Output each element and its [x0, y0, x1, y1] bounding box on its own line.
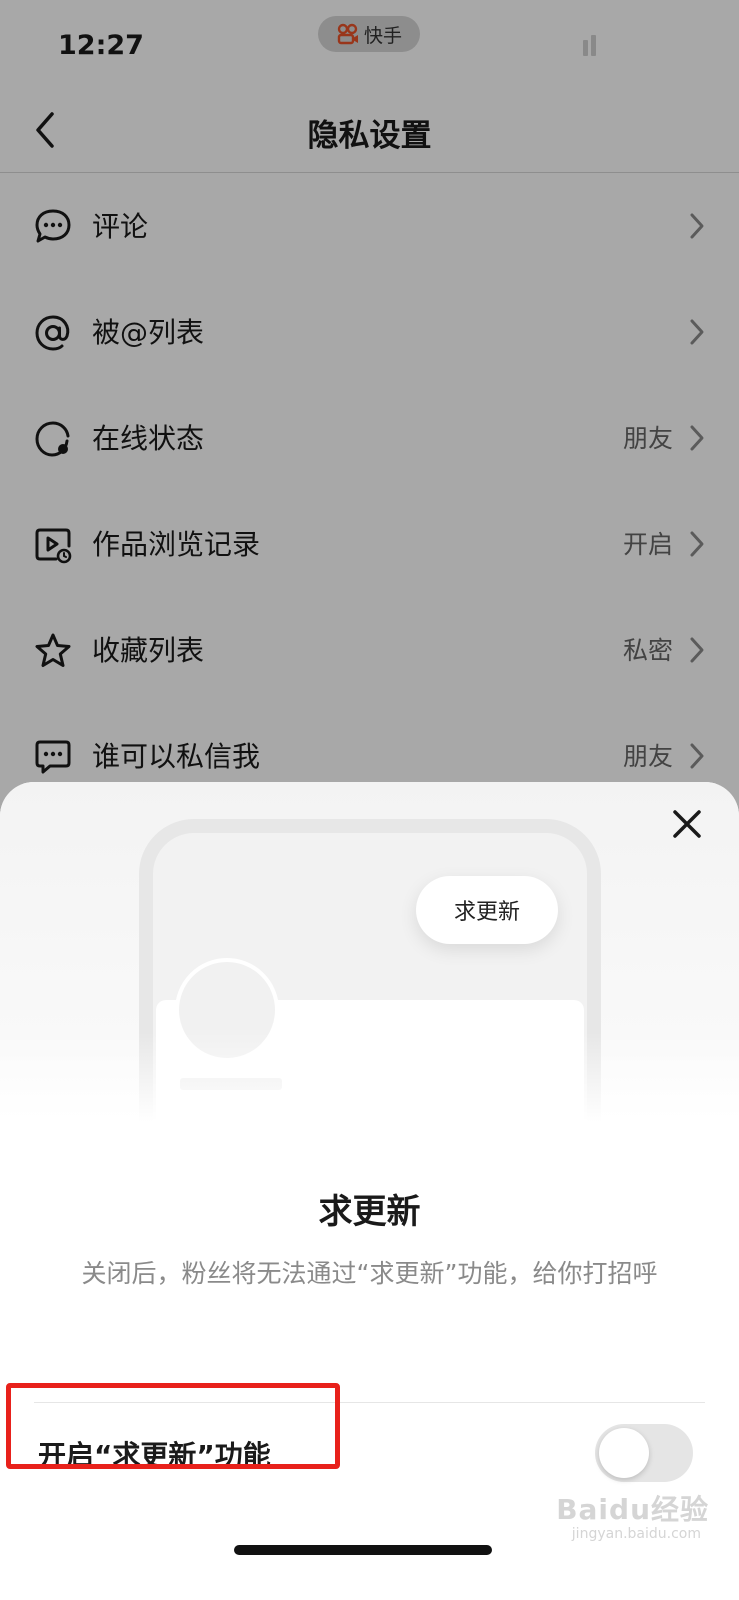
close-icon[interactable]: [669, 806, 705, 842]
baidu-watermark-url: jingyan.baidu.com: [571, 1526, 701, 1542]
request-update-toggle[interactable]: [595, 1424, 693, 1482]
request-update-bubble: 求更新: [416, 876, 558, 944]
sheet-description: 关闭后，粉丝将无法通过“求更新”功能，给你打招呼: [81, 1259, 658, 1288]
illustration-fade: [0, 1032, 739, 1122]
request-update-sheet: 求更新 求更新 关闭后，粉丝将无法通过“求更新”功能，给你打招呼 开启“求更新”…: [0, 782, 739, 1600]
toggle-knob: [599, 1428, 649, 1478]
baidu-watermark: Baidu经验: [556, 1493, 709, 1526]
sheet-title: 求更新: [318, 1192, 421, 1232]
home-indicator[interactable]: [234, 1545, 492, 1555]
annotation-highlight-box: [6, 1383, 340, 1469]
